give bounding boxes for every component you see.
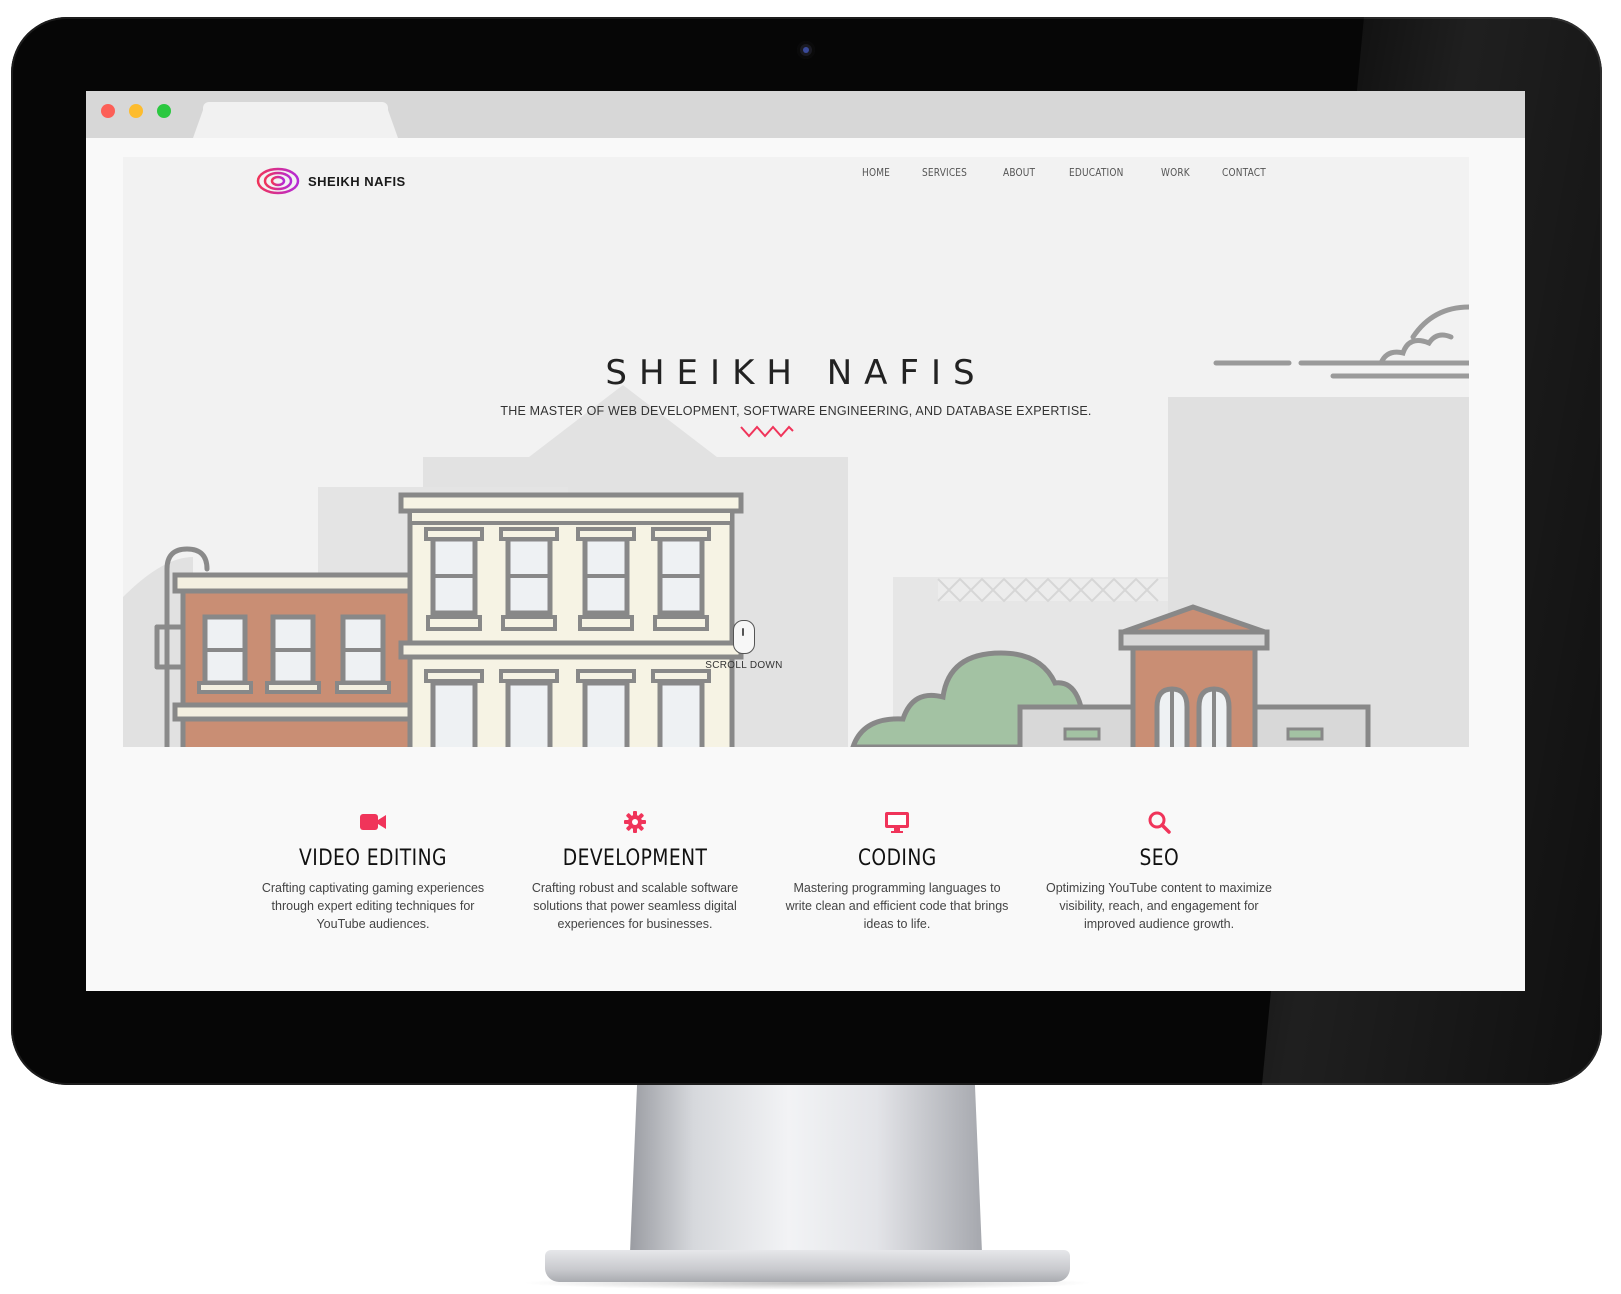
scroll-down-indicator[interactable]: SCROLL DOWN xyxy=(699,620,789,671)
service-title: SEO xyxy=(1139,846,1179,871)
gear-icon xyxy=(624,811,646,833)
site-logo[interactable]: SHEIKH NAFIS xyxy=(256,167,406,195)
nav-education[interactable]: EDUCATION xyxy=(1069,166,1124,179)
window-minimize-button[interactable] xyxy=(129,104,143,118)
service-seo: SEO Optimizing YouTube content to maximi… xyxy=(1028,808,1290,933)
zigzag-divider-icon xyxy=(740,425,794,438)
brand-name: SHEIKH NAFIS xyxy=(308,173,406,189)
service-title: CODING xyxy=(857,846,937,871)
service-description: Crafting robust and scalable software so… xyxy=(531,881,739,931)
service-title: DEVELOPMENT xyxy=(562,846,708,871)
service-description: Mastering programming languages to write… xyxy=(785,881,1009,931)
browser-tab[interactable] xyxy=(203,102,388,138)
nav-about[interactable]: ABOUT xyxy=(1003,166,1035,179)
nav-services[interactable]: SERVICES xyxy=(922,166,967,179)
hero-title: SHEIKH NAFIS xyxy=(605,353,987,393)
main-nav: HOME SERVICES ABOUT EDUCATION WORK CONTA… xyxy=(862,166,1276,179)
nav-work[interactable]: WORK xyxy=(1161,166,1190,179)
monitor-icon xyxy=(885,812,909,833)
search-icon xyxy=(1148,811,1171,834)
city-illustration xyxy=(123,304,1469,747)
service-development: DEVELOPMENT Crafting robust and scalable… xyxy=(504,808,766,933)
nav-home[interactable]: HOME xyxy=(862,166,890,179)
service-description: Crafting captivating gaming experiences … xyxy=(261,881,485,931)
monitor-stand xyxy=(630,1085,982,1253)
webcam-icon xyxy=(797,41,815,59)
web-page: SHEIKH NAFIS HOME SERVICES ABOUT EDUCATI… xyxy=(86,138,1525,991)
service-video-editing: VIDEO EDITING Crafting captivating gamin… xyxy=(242,808,504,933)
screen: SHEIKH NAFIS HOME SERVICES ABOUT EDUCATI… xyxy=(86,91,1525,991)
service-coding: CODING Mastering programming languages t… xyxy=(766,808,1028,933)
browser-chrome xyxy=(86,91,1525,138)
service-description: Optimizing YouTube content to maximize v… xyxy=(1045,881,1273,931)
scroll-down-label: SCROLL DOWN xyxy=(705,660,783,671)
hero-subtitle: THE MASTER OF WEB DEVELOPMENT, SOFTWARE … xyxy=(500,404,1092,418)
hero-section: SHEIKH NAFIS HOME SERVICES ABOUT EDUCATI… xyxy=(123,157,1469,747)
services-section: VIDEO EDITING Crafting captivating gamin… xyxy=(242,808,1292,933)
service-title: VIDEO EDITING xyxy=(299,846,447,871)
logo-icon xyxy=(256,167,300,195)
video-camera-icon xyxy=(360,814,386,830)
window-close-button[interactable] xyxy=(101,104,115,118)
nav-contact[interactable]: CONTACT xyxy=(1222,166,1266,179)
monitor-base xyxy=(545,1250,1070,1282)
window-maximize-button[interactable] xyxy=(157,104,171,118)
mouse-icon xyxy=(733,620,755,654)
